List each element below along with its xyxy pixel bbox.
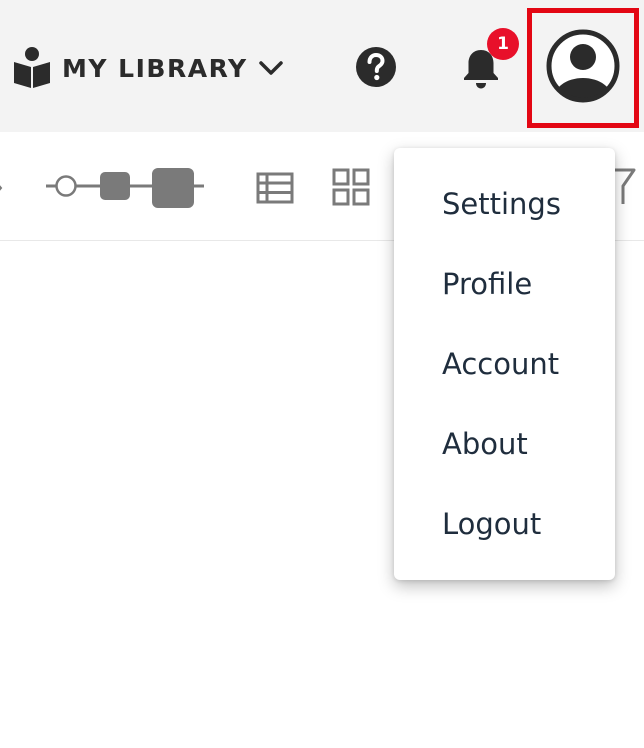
menu-item-about[interactable]: About bbox=[394, 404, 615, 484]
list-view-icon bbox=[256, 172, 294, 208]
chevron-down-icon bbox=[258, 59, 284, 77]
sort-caret-icon[interactable] bbox=[0, 180, 6, 199]
menu-item-profile[interactable]: Profile bbox=[394, 244, 615, 324]
thumbnail-size-slider-icon bbox=[46, 168, 206, 212]
thumbnail-size-slider[interactable] bbox=[46, 168, 206, 208]
library-label: MY LIBRARY bbox=[62, 53, 248, 83]
book-reader-icon bbox=[12, 46, 52, 90]
menu-item-logout[interactable]: Logout bbox=[394, 484, 615, 564]
list-view-button[interactable] bbox=[256, 172, 294, 204]
account-dropdown-menu: Settings Profile Account About Logout bbox=[394, 148, 615, 580]
help-button[interactable] bbox=[355, 46, 397, 88]
user-circle-icon bbox=[543, 26, 623, 111]
menu-item-settings[interactable]: Settings bbox=[394, 164, 615, 244]
grid-view-icon bbox=[332, 168, 370, 210]
notification-count-badge: 1 bbox=[487, 28, 519, 60]
account-menu-button[interactable] bbox=[527, 8, 639, 128]
menu-item-account[interactable]: Account bbox=[394, 324, 615, 404]
top-header: MY LIBRARY 1 bbox=[0, 0, 644, 132]
library-menu-button[interactable]: MY LIBRARY bbox=[12, 44, 284, 92]
app-page: MY LIBRARY 1 Settings Profile Account Ab… bbox=[0, 0, 644, 748]
grid-view-button[interactable] bbox=[332, 168, 370, 206]
help-circle-icon bbox=[355, 47, 397, 92]
bell-icon bbox=[460, 50, 502, 94]
